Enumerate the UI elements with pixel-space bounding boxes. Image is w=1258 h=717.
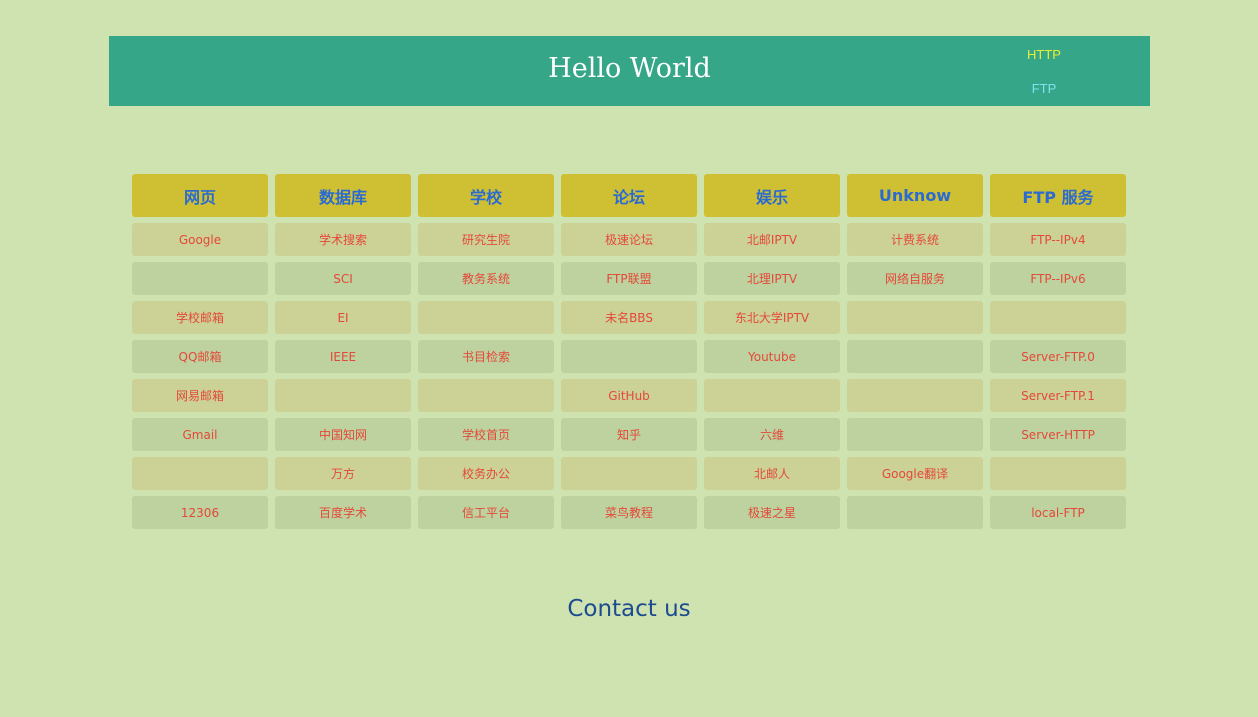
link-cell[interactable]: 学校邮箱 bbox=[132, 301, 268, 334]
link-cell[interactable]: 北邮IPTV bbox=[704, 223, 840, 256]
column-header: 网页 bbox=[132, 174, 268, 217]
link-cell[interactable]: 极速论坛 bbox=[561, 223, 697, 256]
empty-cell bbox=[990, 457, 1126, 490]
link-cell[interactable]: 网络自服务 bbox=[847, 262, 983, 295]
empty-cell bbox=[847, 340, 983, 373]
empty-cell bbox=[418, 379, 554, 412]
column-header: 学校 bbox=[418, 174, 554, 217]
http-link[interactable]: HTTP bbox=[1014, 47, 1074, 62]
link-cell[interactable]: 学校首页 bbox=[418, 418, 554, 451]
empty-cell bbox=[847, 496, 983, 529]
link-cell[interactable]: Server-FTP.0 bbox=[990, 340, 1126, 373]
empty-cell bbox=[132, 457, 268, 490]
link-cell[interactable]: 中国知网 bbox=[275, 418, 411, 451]
link-cell[interactable]: 12306 bbox=[132, 496, 268, 529]
link-cell[interactable]: 信工平台 bbox=[418, 496, 554, 529]
link-cell[interactable]: Gmail bbox=[132, 418, 268, 451]
link-cell[interactable]: 北理IPTV bbox=[704, 262, 840, 295]
link-cell[interactable]: Server-FTP.1 bbox=[990, 379, 1126, 412]
ftp-link[interactable]: FTP bbox=[1014, 81, 1074, 96]
link-cell[interactable]: 计费系统 bbox=[847, 223, 983, 256]
link-cell[interactable]: SCI bbox=[275, 262, 411, 295]
link-cell[interactable]: 菜鸟教程 bbox=[561, 496, 697, 529]
link-cell[interactable]: 教务系统 bbox=[418, 262, 554, 295]
link-table: 网页 数据库 学校 论坛 娱乐 Unknow FTP 服务 Google 学术搜索 研究生院 极速论… bbox=[132, 174, 1126, 529]
link-cell[interactable]: 北邮人 bbox=[704, 457, 840, 490]
link-cell[interactable]: Google bbox=[132, 223, 268, 256]
link-cell[interactable]: FTP--IPv6 bbox=[990, 262, 1126, 295]
empty-cell bbox=[704, 379, 840, 412]
empty-cell bbox=[275, 379, 411, 412]
page-header: Hello World HTTP FTP bbox=[109, 36, 1150, 106]
empty-cell bbox=[847, 418, 983, 451]
link-cell[interactable]: GitHub bbox=[561, 379, 697, 412]
link-cell[interactable]: QQ邮箱 bbox=[132, 340, 268, 373]
column-header: FTP 服务 bbox=[990, 174, 1126, 217]
column-header: 娱乐 bbox=[704, 174, 840, 217]
link-cell[interactable]: Google翻译 bbox=[847, 457, 983, 490]
link-cell[interactable]: 校务办公 bbox=[418, 457, 554, 490]
link-cell[interactable]: FTP联盟 bbox=[561, 262, 697, 295]
link-cell[interactable]: 万方 bbox=[275, 457, 411, 490]
link-cell[interactable]: 研究生院 bbox=[418, 223, 554, 256]
link-cell[interactable]: 六维 bbox=[704, 418, 840, 451]
empty-cell bbox=[561, 457, 697, 490]
link-cell[interactable]: 未名BBS bbox=[561, 301, 697, 334]
empty-cell bbox=[847, 379, 983, 412]
link-cell[interactable]: 网易邮箱 bbox=[132, 379, 268, 412]
column-header: Unknow bbox=[847, 174, 983, 217]
contact-us-link[interactable]: Contact us bbox=[0, 596, 1258, 622]
empty-cell bbox=[132, 262, 268, 295]
link-cell[interactable]: 学术搜索 bbox=[275, 223, 411, 256]
link-cell[interactable]: 书目检索 bbox=[418, 340, 554, 373]
empty-cell bbox=[990, 301, 1126, 334]
link-cell[interactable]: Server-HTTP bbox=[990, 418, 1126, 451]
empty-cell bbox=[418, 301, 554, 334]
link-cell[interactable]: FTP--IPv4 bbox=[990, 223, 1126, 256]
link-cell[interactable]: local-FTP bbox=[990, 496, 1126, 529]
empty-cell bbox=[847, 301, 983, 334]
link-cell[interactable]: Youtube bbox=[704, 340, 840, 373]
link-cell[interactable]: IEEE bbox=[275, 340, 411, 373]
page-title: Hello World bbox=[548, 53, 711, 84]
link-cell[interactable]: 知乎 bbox=[561, 418, 697, 451]
empty-cell bbox=[561, 340, 697, 373]
column-header: 论坛 bbox=[561, 174, 697, 217]
link-cell[interactable]: 东北大学IPTV bbox=[704, 301, 840, 334]
link-cell[interactable]: 极速之星 bbox=[704, 496, 840, 529]
link-cell[interactable]: EI bbox=[275, 301, 411, 334]
link-cell[interactable]: 百度学术 bbox=[275, 496, 411, 529]
column-header: 数据库 bbox=[275, 174, 411, 217]
